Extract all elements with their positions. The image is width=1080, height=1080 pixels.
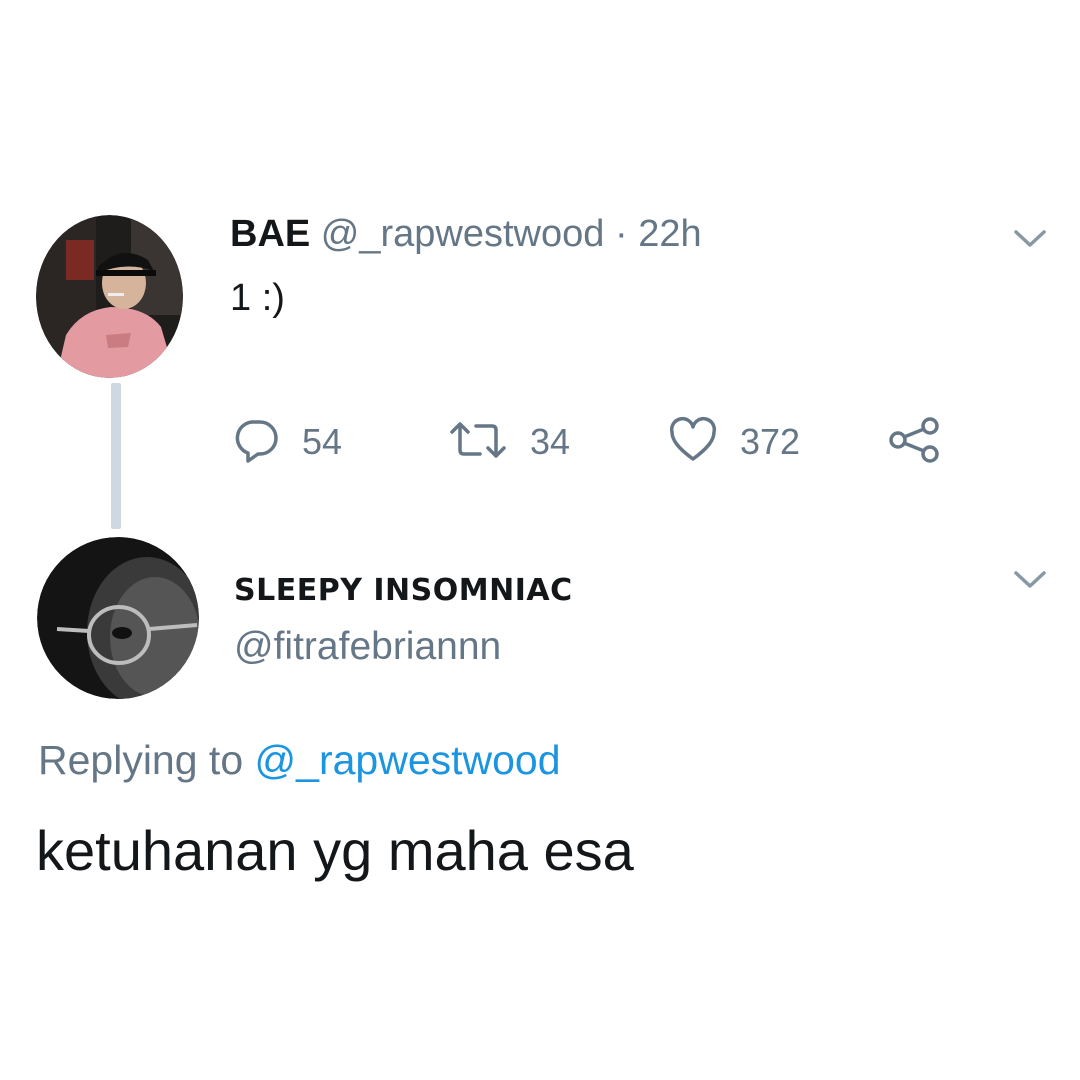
reply-author-handle[interactable]: @fitrafebriannn [234, 625, 501, 669]
reply-icon [232, 416, 280, 469]
tweet-author-name[interactable]: BAE [230, 213, 310, 255]
retweet-action[interactable]: 34 [448, 415, 570, 469]
heart-icon [668, 416, 718, 469]
like-action[interactable]: 372 [668, 415, 800, 469]
share-icon [888, 416, 942, 469]
thread-connector-line [111, 383, 121, 529]
tweet-meta-separator: · [614, 213, 628, 255]
retweet-icon [448, 416, 508, 469]
tweet-author-avatar[interactable] [36, 215, 183, 378]
like-count: 372 [740, 421, 801, 462]
replying-to-mention-link[interactable]: @_rapwestwood [255, 737, 561, 783]
reply-author-name[interactable]: SLEEPY INSOMNIAC [234, 573, 573, 608]
retweet-count: 34 [530, 421, 571, 462]
reply-author-avatar[interactable] [37, 537, 199, 699]
share-action[interactable] [888, 415, 942, 469]
tweet-timestamp[interactable]: 22h [638, 213, 701, 255]
tweet-menu-chevron-down-icon[interactable] [1010, 224, 1050, 254]
tweet-text: 1 :) [230, 277, 285, 319]
reply-menu-chevron-down-icon[interactable] [1010, 565, 1050, 595]
reply-action[interactable]: 54 [232, 415, 342, 469]
tweet-author-handle[interactable]: @_rapwestwood [321, 213, 605, 255]
replying-to-line: Replying to @_rapwestwood [38, 737, 561, 784]
reply-count: 54 [302, 421, 343, 462]
tweet-header: BAE @_rapwestwood · 22h [230, 211, 702, 257]
reply-text: ketuhanan yg maha esa [36, 819, 634, 882]
replying-to-prefix: Replying to [38, 737, 244, 783]
